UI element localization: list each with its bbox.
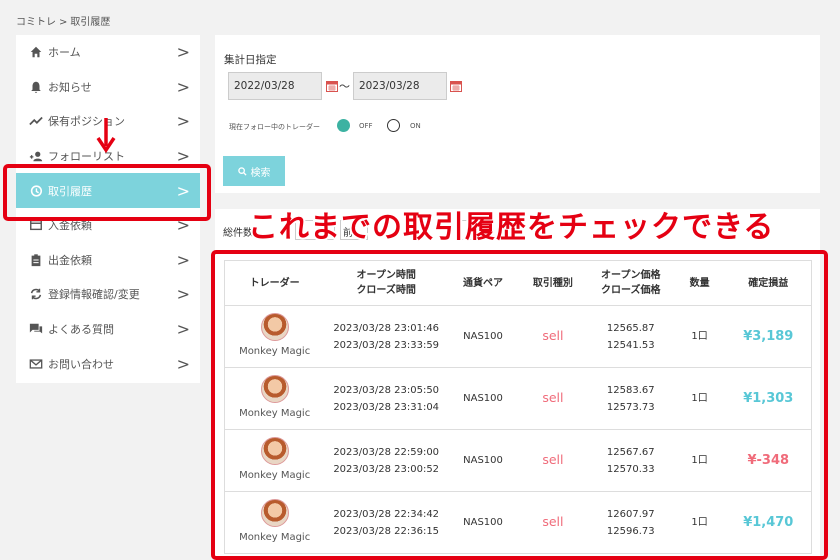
sidebar-item-account-info[interactable]: 登録情報確認/変更 > [16,277,200,312]
breadcrumb-home[interactable]: コミトレ [16,17,56,28]
sidebar-item-faq[interactable]: よくある質問 > [16,312,200,347]
chevron-right-icon: > [176,111,190,131]
bell-icon [28,79,43,94]
mail-icon [28,356,43,371]
sidebar-item-label: よくある質問 [48,323,114,337]
highlight-box-sidebar [3,164,211,221]
breadcrumb: コミトレ > 取引履歴 [16,13,113,28]
radio-on[interactable] [387,119,400,132]
chevron-right-icon: > [176,319,190,339]
sidebar-item-label: ホーム [48,46,81,60]
date-from-input[interactable]: 2022/03/28 [228,72,322,100]
filter-panel: 集計日指定 2022/03/28 〜 2023/03/28 現在フォロー中のトレ… [215,35,820,193]
chat-icon [28,322,43,337]
chevron-right-icon: > [176,354,190,374]
chevron-right-icon: > [176,77,190,97]
chevron-right-icon: > [176,146,190,166]
range-separator: 〜 [339,80,350,93]
clipboard-icon [28,252,43,267]
trend-icon [28,114,43,129]
home-icon [28,45,43,60]
search-icon [237,166,247,176]
chevron-right-icon: > [176,250,190,270]
search-button[interactable]: 検索 [223,156,285,186]
calendar-icon[interactable] [450,80,462,92]
sidebar-item-label: お問い合わせ [48,357,114,371]
radio-off-label: OFF [359,122,373,130]
radio-off[interactable] [337,119,350,132]
following-filter-label: 現在フォロー中のトレーダー [229,123,320,131]
breadcrumb-current: 取引履歴 [70,17,111,28]
chevron-right-icon: > [176,42,190,62]
sidebar-item-contact[interactable]: お問い合わせ > [16,346,200,381]
date-range-label: 集計日指定 [224,54,277,66]
follow-icon [28,149,43,164]
arrow-down-icon [96,118,116,154]
sidebar-item-label: お知らせ [48,80,92,94]
radio-on-label: ON [410,122,421,130]
sidebar-item-withdraw[interactable]: 出金依頼 > [16,243,200,278]
sidebar-item-news[interactable]: お知らせ > [16,70,200,105]
sidebar-item-label: 出金依頼 [48,253,92,267]
refresh-icon [28,287,43,302]
sidebar-item-home[interactable]: ホーム > [16,35,200,70]
date-to-input[interactable]: 2023/03/28 [353,72,447,100]
calendar-icon[interactable] [326,80,338,92]
sidebar-item-label: 登録情報確認/変更 [48,288,140,302]
chevron-right-icon: > [176,284,190,304]
highlight-box-table [211,250,828,560]
breadcrumb-separator: > [59,17,68,28]
annotation-caption: これまでの取引履歴をチェックできる [246,208,775,247]
search-button-label: 検索 [250,167,271,179]
